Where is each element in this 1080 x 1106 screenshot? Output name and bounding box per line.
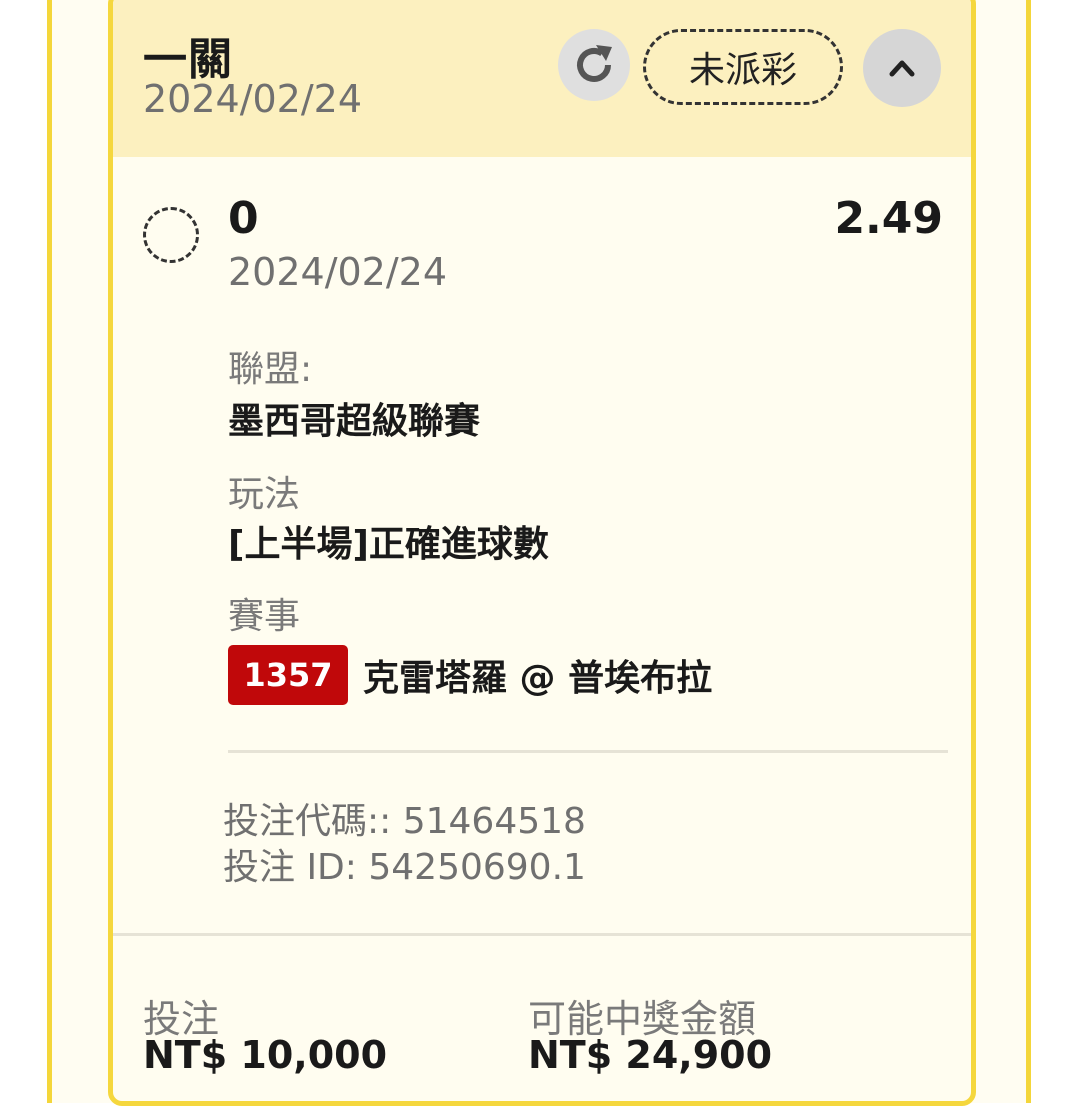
event-label: 賽事 bbox=[228, 596, 301, 637]
bet-slip-header[interactable]: 一關 2024/02/24 未派彩 bbox=[113, 0, 971, 157]
event-name: 克雷塔羅 @ 普埃布拉 bbox=[363, 658, 713, 699]
collapse-button[interactable] bbox=[863, 29, 941, 107]
outer-border-right bbox=[1026, 0, 1031, 1103]
odds-value: 2.49 bbox=[834, 193, 943, 244]
refresh-button[interactable] bbox=[558, 29, 630, 101]
market-value: [上半場]正確進球數 bbox=[228, 524, 549, 565]
outer-border-left bbox=[47, 0, 52, 1103]
payout-value: NT$ 24,900 bbox=[528, 1033, 773, 1077]
refresh-icon bbox=[577, 45, 612, 82]
dashed-circle-icon bbox=[143, 207, 199, 263]
league-value: 墨西哥超級聯賽 bbox=[228, 401, 481, 442]
bet-date: 2024/02/24 bbox=[143, 77, 363, 121]
footer-divider bbox=[113, 933, 971, 936]
status-badge: 未派彩 bbox=[643, 29, 843, 105]
stake-value: NT$ 10,000 bbox=[143, 1033, 388, 1077]
event-id-badge: 1357 bbox=[228, 645, 348, 705]
selection-date: 2024/02/24 bbox=[228, 250, 448, 294]
market-label: 玩法 bbox=[228, 474, 301, 515]
details-divider bbox=[228, 750, 948, 753]
bet-id: 投注 ID: 54250690.1 bbox=[223, 847, 586, 888]
chevron-up-icon bbox=[889, 60, 915, 77]
selection-name: 0 bbox=[228, 193, 259, 244]
bet-slip-card: 一關 2024/02/24 未派彩 0 2.49 2024/02/24 聯盟: … bbox=[108, 0, 976, 1106]
league-label: 聯盟: bbox=[228, 349, 313, 390]
bet-code: 投注代碼:: 51464518 bbox=[223, 801, 586, 842]
